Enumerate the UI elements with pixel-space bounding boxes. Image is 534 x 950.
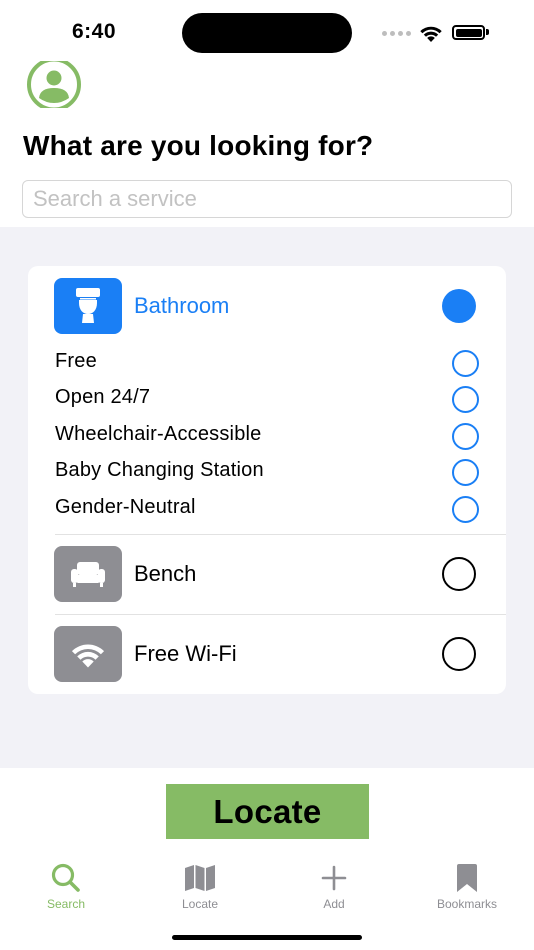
service-label-bench: Bench [134, 561, 197, 586]
tab-locate[interactable]: Locate [150, 862, 250, 914]
filter-radio-free[interactable] [452, 350, 479, 377]
wifi-icon [54, 626, 122, 682]
free-wifi-radio[interactable] [442, 637, 476, 671]
filter-radio-baby-changing-station[interactable] [452, 459, 479, 486]
filter-radio-wheelchair-accessible[interactable] [452, 423, 479, 450]
tab-label-locate: Locate [181, 897, 219, 911]
services-card: Bathroom Free Open 24/7 Wheelchair-Acces… [28, 266, 506, 694]
filter-row-wheelchair-accessible[interactable]: Wheelchair-Accessible [28, 418, 506, 454]
tab-label-add: Add [323, 897, 345, 911]
wifi-status-icon [418, 23, 444, 48]
service-label-free-wifi: Free Wi-Fi [134, 641, 237, 666]
filter-row-gender-neutral[interactable]: Gender-Neutral [28, 491, 506, 527]
battery-icon [452, 25, 485, 40]
bookmark-icon [455, 862, 479, 894]
filter-label-open-24-7: Open 24/7 [55, 386, 151, 408]
divider [55, 534, 506, 535]
home-indicator [172, 935, 362, 940]
service-row-free-wifi[interactable]: Free Wi-Fi [28, 626, 506, 682]
cellular-signal-icon [382, 31, 411, 36]
dynamic-island [182, 13, 352, 53]
filter-radio-open-24-7[interactable] [452, 386, 479, 413]
search-icon [50, 862, 82, 894]
bench-icon [54, 546, 122, 602]
status-bar: 6:40 [0, 0, 534, 62]
tab-bookmarks[interactable]: Bookmarks [417, 862, 517, 914]
battery-tip [486, 29, 489, 35]
filter-label-free: Free [55, 350, 97, 372]
search-input[interactable] [22, 180, 512, 218]
tab-search[interactable]: Search [16, 862, 116, 914]
filter-row-open-24-7[interactable]: Open 24/7 [28, 381, 506, 417]
map-icon [184, 862, 216, 894]
tab-label-bookmarks: Bookmarks [436, 897, 498, 911]
service-row-bench[interactable]: Bench [28, 546, 506, 602]
status-time: 6:40 [72, 20, 117, 43]
filter-label-baby-changing-station: Baby Changing Station [55, 459, 264, 481]
service-row-bathroom[interactable]: Bathroom [28, 278, 506, 334]
bench-radio[interactable] [442, 557, 476, 591]
tab-label-search: Search [46, 897, 86, 911]
filter-row-free[interactable]: Free [28, 345, 506, 381]
plus-icon [320, 862, 348, 894]
page-title: What are you looking for? [23, 130, 374, 161]
profile-button[interactable] [26, 61, 82, 108]
bathroom-radio-selected[interactable] [442, 289, 476, 323]
toilet-icon [54, 278, 122, 334]
divider [55, 614, 506, 615]
person-circle-icon [27, 61, 81, 108]
filter-label-wheelchair-accessible: Wheelchair-Accessible [55, 423, 262, 445]
filter-radio-gender-neutral[interactable] [452, 496, 479, 523]
locate-button[interactable]: Locate [166, 784, 369, 839]
service-label-bathroom: Bathroom [134, 293, 230, 318]
filter-row-baby-changing-station[interactable]: Baby Changing Station [28, 454, 506, 490]
filter-label-gender-neutral: Gender-Neutral [55, 496, 196, 518]
tab-add[interactable]: Add [284, 862, 384, 914]
